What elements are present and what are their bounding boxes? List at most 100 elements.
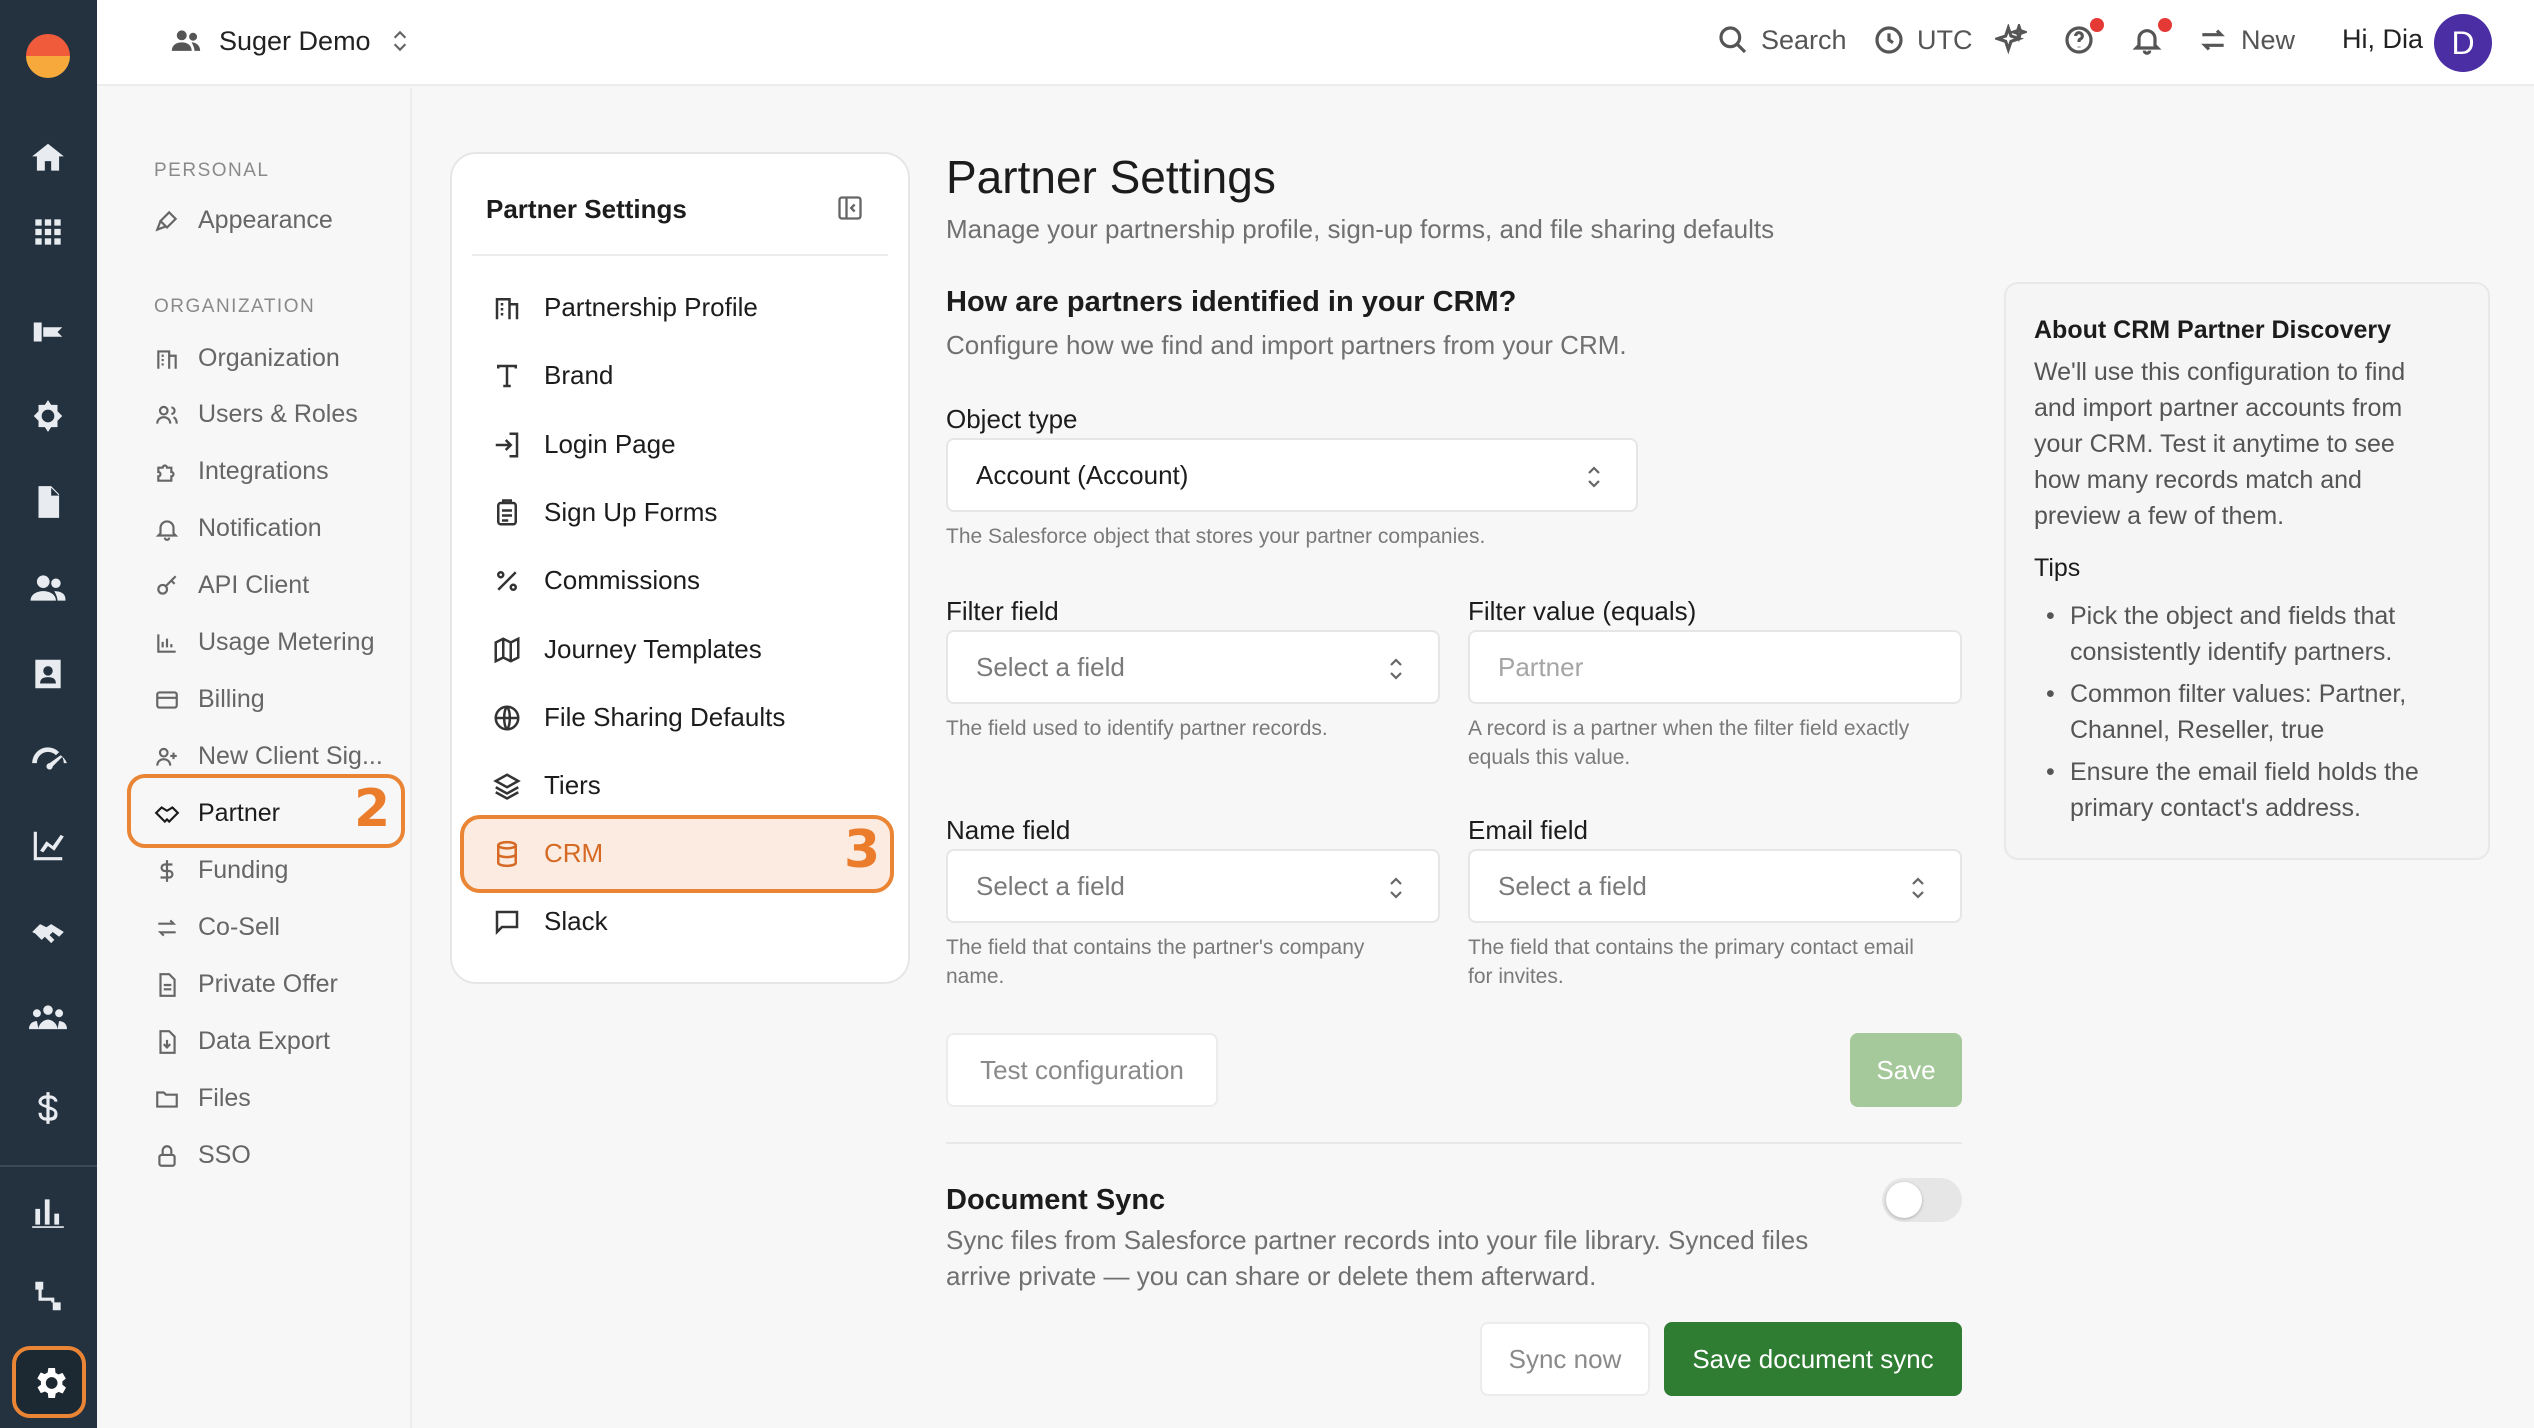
object-type-select[interactable]: Account (Account) — [946, 438, 1638, 512]
nav-item-api-client[interactable]: API Client — [154, 571, 309, 600]
key-icon — [157, 574, 177, 595]
sync-now-button[interactable]: Sync now — [1480, 1322, 1650, 1396]
gear-icon — [37, 1368, 66, 1398]
menu-item-brand[interactable]: Brand — [492, 360, 613, 391]
save-button[interactable]: Save — [1850, 1033, 1962, 1107]
nav-item-sso[interactable]: SSO — [154, 1141, 251, 1170]
tips-label: Tips — [2034, 554, 2081, 582]
workflow-icon[interactable] — [26, 1274, 70, 1318]
email-field-select[interactable]: Select a field — [1468, 849, 1962, 923]
nav-item-users-roles[interactable]: Users & Roles — [154, 400, 358, 429]
document-sync-desc-line2: arrive private — you can share or delete… — [946, 1261, 1597, 1291]
dashboard-gauge-icon[interactable] — [26, 738, 70, 782]
filter-field-select[interactable]: Select a field — [946, 630, 1440, 704]
name-field-help-line2: name. — [946, 965, 1005, 988]
file-text-icon — [159, 972, 176, 997]
filter-field-help: The field used to identify partner recor… — [946, 717, 1328, 740]
menu-label: Tiers — [544, 770, 601, 800]
products-icon[interactable] — [26, 310, 70, 354]
menu-item-partnership-profile[interactable]: Partnership Profile — [492, 292, 758, 323]
users-icon — [156, 405, 178, 424]
nav-item-organization[interactable]: Organization — [154, 344, 340, 373]
nav-item-data-export[interactable]: Data Export — [154, 1027, 330, 1056]
nav-item-notification[interactable]: Notification — [154, 514, 322, 543]
nav-item-appearance[interactable]: Appearance — [154, 206, 333, 235]
reports-bar-icon[interactable] — [26, 1190, 70, 1234]
app-icon-rail — [0, 0, 97, 1428]
menu-item-sign-up-forms[interactable]: Sign Up Forms — [492, 497, 717, 528]
avatar[interactable]: D — [2434, 14, 2492, 72]
team-icon[interactable] — [26, 996, 70, 1040]
apps-grid-icon[interactable] — [26, 210, 70, 254]
document-sync-toggle[interactable] — [1882, 1178, 1962, 1222]
customers-icon[interactable] — [26, 566, 70, 610]
document-icon[interactable] — [26, 480, 70, 524]
name-field-select[interactable]: Select a field — [946, 849, 1440, 923]
search-button[interactable]: Search — [1717, 24, 1847, 56]
tips-list: Pick the object and fields that consiste… — [2034, 598, 2474, 832]
map-icon — [494, 636, 520, 663]
page-subtitle: Manage your partnership profile, sign-up… — [946, 214, 1775, 244]
nav-item-funding[interactable]: Funding — [154, 856, 288, 885]
menu-item-slack[interactable]: Slack — [492, 906, 608, 937]
divider — [472, 254, 888, 256]
sparkle-icon — [1995, 24, 2027, 55]
menu-label: File Sharing Defaults — [544, 702, 786, 732]
home-icon[interactable] — [26, 136, 70, 180]
filter-value-input[interactable]: Partner — [1468, 630, 1962, 704]
section-title: How are partners identified in your CRM? — [946, 286, 1517, 318]
menu-label: Commissions — [544, 565, 701, 595]
menu-item-crm[interactable]: CRM — [492, 838, 603, 869]
timezone-button[interactable]: UTC — [1873, 24, 1973, 56]
menu-item-tiers[interactable]: Tiers — [492, 770, 601, 801]
lock-icon — [158, 1144, 176, 1167]
ai-sparkle-button[interactable] — [1995, 24, 2027, 56]
nav-item-new-client-signup[interactable]: New Client Sig... — [154, 742, 383, 771]
menu-label: Slack — [544, 906, 608, 936]
nav-item-usage-metering[interactable]: Usage Metering — [154, 628, 374, 657]
info-body-line: your CRM. Test it anytime to see — [2034, 430, 2395, 458]
nav-item-integrations[interactable]: Integrations — [154, 457, 329, 486]
menu-item-login-page[interactable]: Login Page — [492, 429, 676, 460]
nav-label: New Client Sig... — [198, 742, 383, 770]
toggle-knob — [1886, 1182, 1922, 1218]
analytics-icon[interactable] — [26, 824, 70, 868]
bar-chart-icon — [157, 633, 176, 653]
collapse-panel-icon[interactable] — [836, 194, 864, 222]
contacts-icon[interactable] — [26, 652, 70, 696]
menu-item-file-sharing-defaults[interactable]: File Sharing Defaults — [492, 702, 785, 733]
nav-item-co-sell[interactable]: Co-Sell — [154, 913, 280, 942]
folder-icon — [156, 1090, 178, 1108]
help-notification-dot — [2090, 18, 2104, 32]
partner-menu-title: Partner Settings — [486, 194, 687, 224]
test-configuration-button[interactable]: Test configuration — [946, 1033, 1218, 1107]
new-button[interactable]: New — [2197, 24, 2295, 56]
info-body-line: preview a few of them. — [2034, 502, 2285, 530]
menu-item-journey-templates[interactable]: Journey Templates — [492, 634, 762, 665]
chevron-updown-icon — [1582, 464, 1606, 490]
settings-button[interactable] — [12, 1346, 86, 1418]
menu-item-commissions[interactable]: Commissions — [492, 565, 700, 596]
nav-item-billing[interactable]: Billing — [154, 685, 265, 714]
menu-label: CRM — [544, 838, 604, 868]
suger-logo[interactable] — [26, 34, 70, 78]
filter-value-help-line2: equals this value. — [1468, 746, 1631, 769]
billing-dollar-icon[interactable] — [26, 1086, 70, 1130]
section-label-personal: PERSONAL — [154, 160, 270, 181]
bell-icon — [155, 519, 179, 541]
email-field-help-line1: The field that contains the primary cont… — [1468, 936, 1914, 959]
step-marker-3: 3 — [844, 820, 881, 880]
info-body-line: We'll use this configuration to find — [2034, 358, 2406, 386]
dollar-icon — [160, 859, 174, 882]
save-document-sync-button[interactable]: Save document sync — [1664, 1322, 1962, 1396]
partners-handshake-icon[interactable] — [26, 910, 70, 954]
nav-item-private-offer[interactable]: Private Offer — [154, 970, 338, 999]
top-bar: Suger Demo Search UTC New Hi, Dia — [97, 0, 2534, 86]
nav-item-files[interactable]: Files — [154, 1084, 251, 1113]
object-type-help: The Salesforce object that stores your p… — [946, 525, 1486, 548]
nav-label: API Client — [198, 571, 310, 599]
workspace-switcher[interactable]: Suger Demo — [169, 24, 413, 58]
document-sync-title: Document Sync — [946, 1184, 1166, 1216]
page-title: Partner Settings — [946, 151, 1276, 203]
marketplace-icon[interactable] — [26, 394, 70, 438]
